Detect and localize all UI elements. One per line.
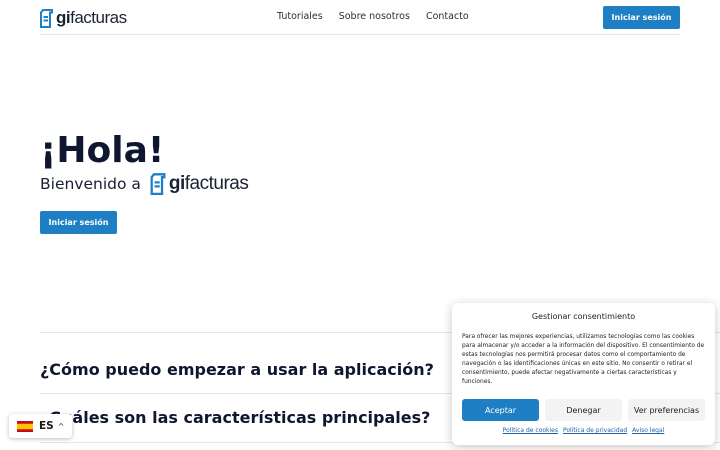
hero-title: ¡Hola!	[40, 130, 165, 171]
preferences-button[interactable]: Ver preferencias	[628, 399, 705, 421]
accept-button[interactable]: Aceptar	[462, 399, 539, 421]
header-divider	[40, 34, 680, 35]
nav-contacto[interactable]: Contacto	[426, 11, 469, 22]
consent-title: Gestionar consentimiento	[531, 312, 636, 321]
spain-flag-icon	[17, 420, 33, 432]
legal-notice-link[interactable]: Aviso legal	[632, 427, 664, 434]
hero-subtitle-text: Bienvenido a	[40, 174, 141, 193]
chevron-up-icon: ^	[57, 421, 65, 431]
gifacturas-logo-icon	[150, 173, 166, 195]
main-nav: Tutoriales Sobre nosotros Contacto	[277, 11, 469, 22]
consent-text: Para ofrecer las mejores experiencias, u…	[462, 334, 705, 385]
brand-name: gifacturas	[56, 8, 127, 27]
hero-brand-logo: gifacturas	[150, 172, 249, 195]
language-code: ES	[39, 420, 54, 432]
deny-button[interactable]: Denegar	[545, 399, 622, 421]
consent-links: Política de cookies Política de privacid…	[452, 427, 715, 434]
brand-logo[interactable]: gifacturas	[40, 7, 127, 29]
hero-subtitle: Bienvenido a gifacturas	[40, 172, 249, 195]
cookie-consent-banner: Gestionar consentimiento Para ofrecer la…	[452, 303, 715, 445]
hero-login-button[interactable]: Iniciar sesión	[40, 211, 117, 234]
cookie-policy-link[interactable]: Política de cookies	[503, 427, 558, 434]
privacy-policy-link[interactable]: Política de privacidad	[563, 427, 627, 434]
header-login-button[interactable]: Iniciar sesión	[603, 6, 680, 29]
hero-brand-name: gifacturas	[168, 172, 249, 194]
faq-question-1[interactable]: ¿Cómo puedo empezar a usar la aplicación…	[40, 360, 434, 379]
nav-tutoriales[interactable]: Tutoriales	[277, 11, 323, 22]
gifacturas-logo-icon	[40, 9, 53, 28]
nav-sobre-nosotros[interactable]: Sobre nosotros	[339, 11, 410, 22]
site-header: gifacturas Tutoriales Sobre nosotros Con…	[0, 0, 720, 34]
language-switcher[interactable]: ES ^	[9, 414, 72, 438]
faq-question-2[interactable]: ¿Cuáles son las características principa…	[40, 408, 430, 427]
